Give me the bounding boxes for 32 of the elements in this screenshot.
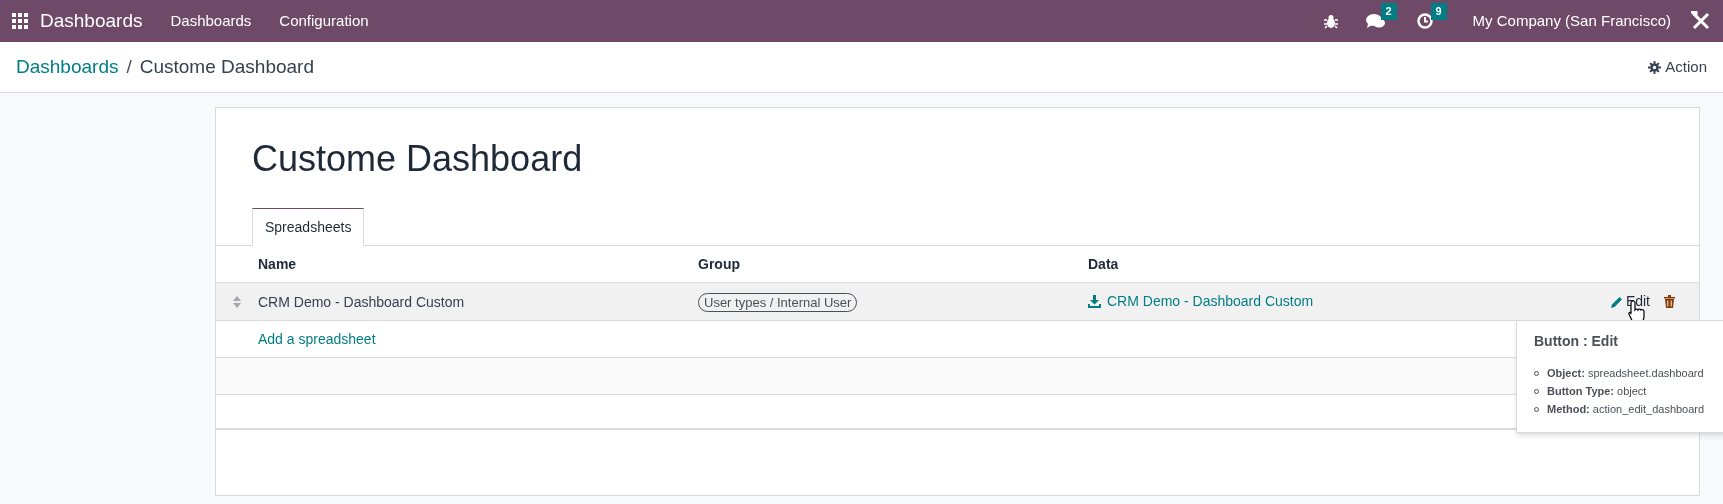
action-button[interactable]: Action <box>1648 55 1707 79</box>
tooltip-title: Button : Edit <box>1534 332 1619 351</box>
column-header: Group <box>698 254 741 274</box>
download-link[interactable]: CRM Demo - Dashboard Custom <box>1088 291 1314 312</box>
edit-button[interactable]: Edit <box>1610 291 1650 312</box>
menu-item[interactable]: Configuration <box>279 9 369 33</box>
count-badge: 9 <box>1430 3 1447 20</box>
record-title: Custome Dashboard <box>251 137 584 181</box>
pencil-icon <box>1610 295 1623 308</box>
tooltip-item: Method: action_edit_dashboard <box>1547 401 1705 417</box>
apps-menu-icon[interactable] <box>12 13 28 29</box>
add-line-link[interactable]: Add a spreadsheet <box>258 328 376 350</box>
download-icon <box>1088 295 1101 308</box>
tab[interactable]: Spreadsheets <box>252 208 365 246</box>
menu-item[interactable]: Dashboards <box>170 9 252 33</box>
column-header: Name <box>258 254 298 274</box>
table-cell: CRM Demo - Dashboard Custom <box>258 293 465 310</box>
chat-icon[interactable] <box>1365 13 1385 29</box>
tooltip-item: Object: spreadsheet.dashboard <box>1547 365 1704 381</box>
settings-icon <box>1648 60 1662 74</box>
clock-icon[interactable] <box>1416 13 1433 29</box>
drag-handle-icon[interactable] <box>233 295 241 308</box>
bug-icon[interactable] <box>1323 13 1338 29</box>
company-switcher[interactable]: My Company (San Francisco) <box>1472 9 1671 33</box>
app-name[interactable]: Dashboards <box>40 6 143 36</box>
tooltip-item: Button Type: object <box>1547 383 1647 399</box>
breadcrumb-current: Custome Dashboard <box>139 54 314 79</box>
trash-icon[interactable] <box>1664 295 1675 308</box>
column-header: Data <box>1088 254 1120 274</box>
count-badge: 2 <box>1380 3 1397 20</box>
breadcrumb-link[interactable]: Dashboards <box>16 52 119 82</box>
breadcrumb-separator: / <box>126 54 132 79</box>
